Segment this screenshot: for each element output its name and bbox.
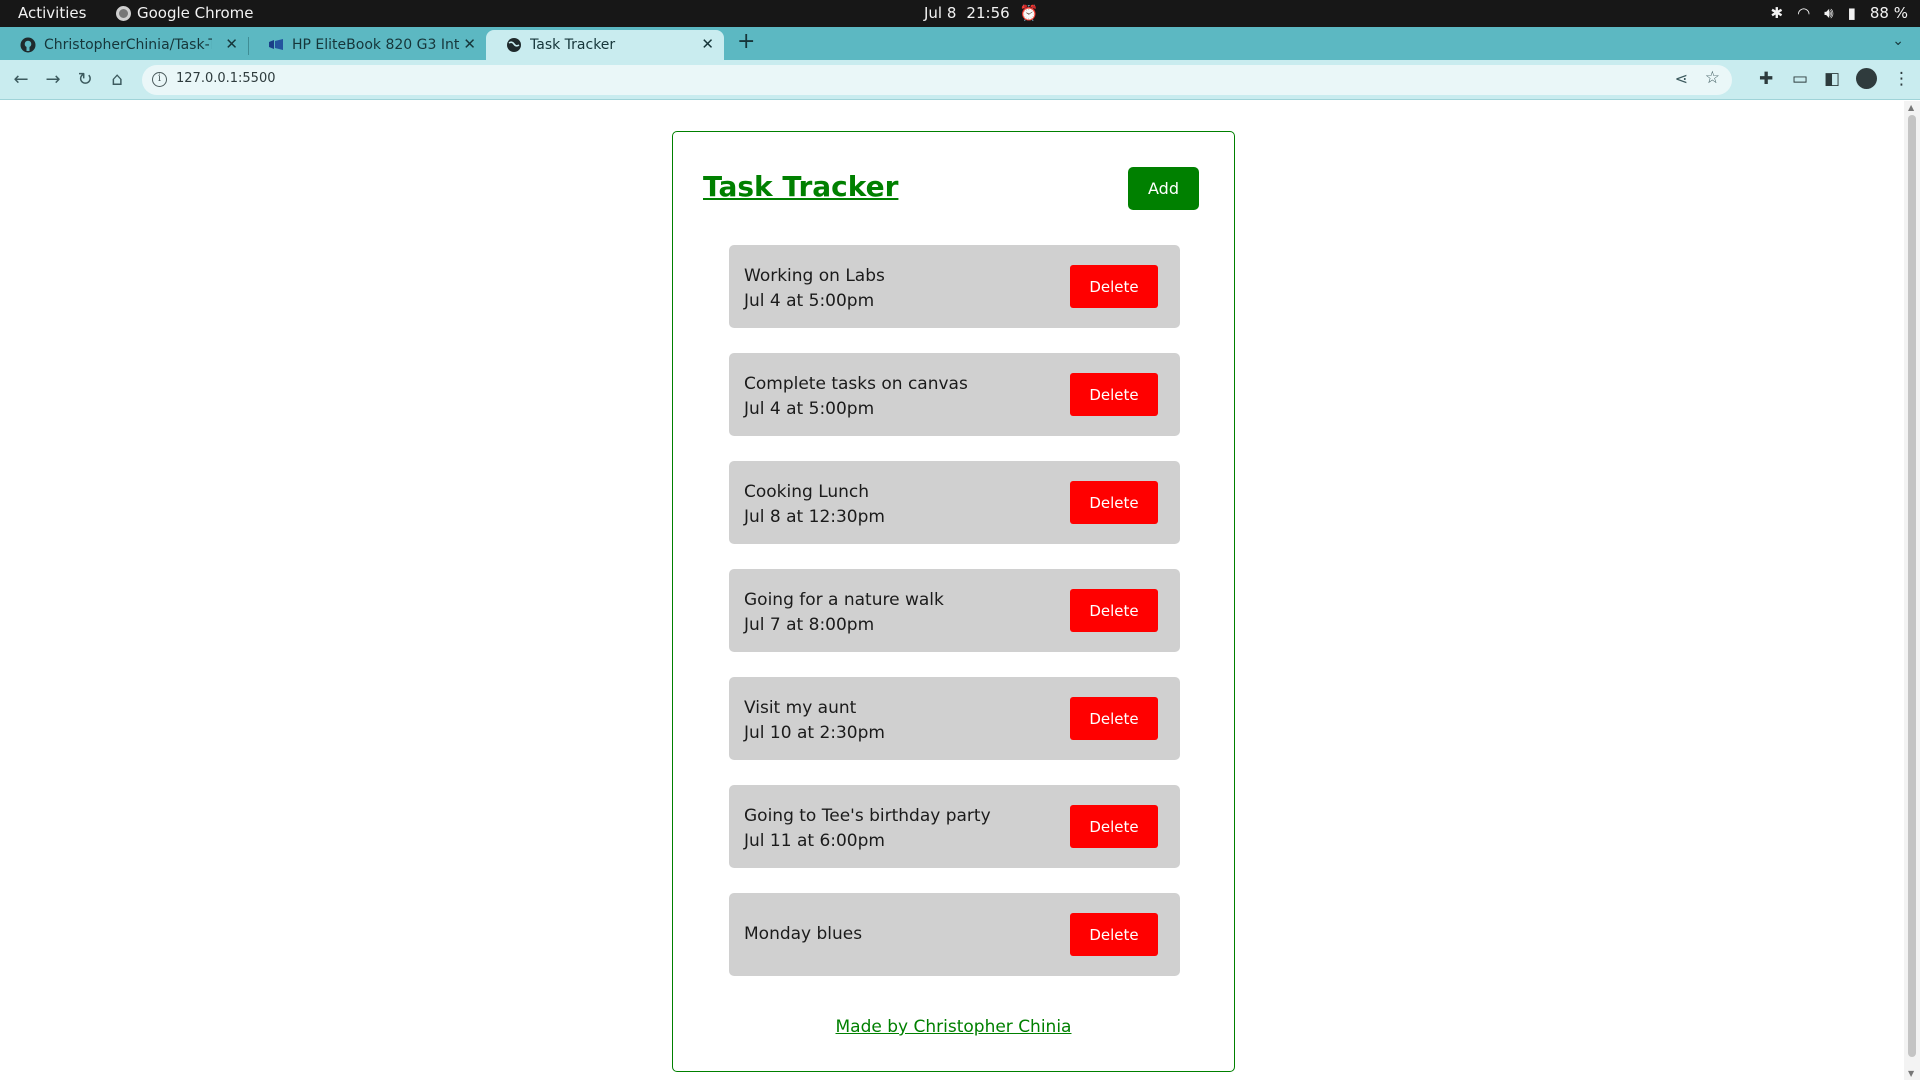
profile-avatar[interactable] (1856, 68, 1877, 89)
browser-toolbar: ← → ↻ ⌂ i 127.0.0.1:5500 ⋖ ☆ ✚ ▭ ◧ ⋮ (0, 60, 1920, 100)
scrollbar-thumb[interactable] (1908, 115, 1916, 1057)
delete-task-button[interactable]: Delete (1070, 913, 1158, 956)
system-top-bar: Activities Google Chrome Jul 8 21:56 ⏰ ✱… (0, 0, 1920, 27)
delete-task-button[interactable]: Delete (1070, 697, 1158, 740)
forward-arrow-icon[interactable]: → (42, 69, 64, 90)
task-texts: Monday blues (744, 922, 862, 947)
share-icon[interactable]: ⋖ (1675, 69, 1688, 88)
app-menu[interactable]: Google Chrome (116, 4, 254, 22)
task-day: Jul 7 at 8:00pm (744, 615, 875, 635)
cast-icon[interactable]: ▭ (1792, 69, 1808, 89)
add-task-button[interactable]: Add (1128, 167, 1199, 210)
app-name: Google Chrome (137, 4, 254, 22)
activities-button[interactable]: Activities (18, 4, 86, 22)
delete-task-button[interactable]: Delete (1070, 589, 1158, 632)
kebab-menu-icon[interactable]: ⋮ (1893, 69, 1910, 89)
task-text: Going for a nature walk (744, 590, 944, 610)
page-viewport: Task Tracker Add Working on Labs Jul 4 a… (0, 101, 1904, 1080)
store-icon (269, 39, 283, 50)
tab-strip: ChristopherChinia/Task-T ✕ HP EliteBook … (0, 27, 1920, 60)
reload-icon[interactable]: ↻ (74, 69, 96, 90)
tab-title: HP EliteBook 820 G3 Intel (292, 37, 460, 53)
task-text: Complete tasks on canvas (744, 374, 968, 394)
task-texts: Going to Tee's birthday party Jul 11 at … (744, 804, 991, 854)
task-text: Going to Tee's birthday party (744, 806, 991, 826)
task-text: Visit my aunt (744, 698, 857, 718)
delete-task-button[interactable]: Delete (1070, 481, 1158, 524)
bookmark-star-icon[interactable]: ☆ (1705, 68, 1720, 88)
task-tracker-container: Task Tracker Add Working on Labs Jul 4 a… (672, 131, 1235, 1072)
clock-date: Jul 8 (924, 4, 957, 22)
volume-icon: 🔊︎ (1824, 4, 1834, 22)
delete-task-button[interactable]: Delete (1070, 265, 1158, 308)
task-item[interactable]: Going for a nature walk Jul 7 at 8:00pm … (729, 569, 1180, 652)
tab-search-chevron-icon[interactable]: ⌄ (1892, 33, 1904, 49)
slack-icon[interactable]: ✱ (1771, 4, 1784, 22)
task-text: Working on Labs (744, 266, 885, 286)
system-tray[interactable]: ✱ ◠ 🔊︎ ▮ 88 % (1771, 4, 1909, 22)
task-texts: Cooking Lunch Jul 8 at 12:30pm (744, 480, 885, 530)
close-icon[interactable]: ✕ (463, 35, 476, 53)
task-item[interactable]: Working on Labs Jul 4 at 5:00pm Delete (729, 245, 1180, 328)
wifi-icon: ◠ (1797, 4, 1811, 22)
task-day: Jul 4 at 5:00pm (744, 291, 875, 311)
side-panel-icon[interactable]: ◧ (1824, 69, 1840, 89)
globe-icon (507, 38, 521, 52)
alarm-icon: ⏰ (1019, 4, 1039, 22)
page-title: Task Tracker (703, 170, 899, 203)
task-item[interactable]: Monday blues Delete (729, 893, 1180, 976)
task-day: Jul 4 at 5:00pm (744, 399, 875, 419)
task-text: Monday blues (744, 924, 863, 944)
task-day: Jul 10 at 2:30pm (744, 723, 885, 743)
tab-title: ChristopherChinia/Task-T (44, 37, 212, 53)
footer-credit-link[interactable]: Made by Christopher Chinia (673, 1017, 1234, 1037)
task-day: Jul 8 at 12:30pm (744, 507, 885, 527)
tab-github[interactable]: ChristopherChinia/Task-T ✕ (0, 30, 248, 60)
task-item[interactable]: Cooking Lunch Jul 8 at 12:30pm Delete (729, 461, 1180, 544)
close-icon[interactable]: ✕ (701, 35, 714, 53)
url-text[interactable]: 127.0.0.1:5500 (176, 71, 276, 86)
battery-percent: 88 % (1869, 4, 1908, 22)
tab-task-tracker[interactable]: Task Tracker ✕ (486, 30, 724, 60)
home-icon[interactable]: ⌂ (106, 69, 128, 90)
task-item[interactable]: Going to Tee's birthday party Jul 11 at … (729, 785, 1180, 868)
extensions-puzzle-icon[interactable]: ✚ (1759, 69, 1773, 89)
battery-icon: ▮ (1847, 4, 1856, 22)
scroll-down-arrow-icon[interactable]: ▼ (1908, 1069, 1914, 1078)
close-icon[interactable]: ✕ (225, 35, 238, 53)
tab-title: Task Tracker (530, 37, 616, 53)
site-info-icon[interactable]: i (152, 72, 167, 87)
task-texts: Going for a nature walk Jul 7 at 8:00pm (744, 588, 944, 638)
task-item[interactable]: Complete tasks on canvas Jul 4 at 5:00pm… (729, 353, 1180, 436)
task-texts: Visit my aunt Jul 10 at 2:30pm (744, 696, 885, 746)
page-scrollbar[interactable]: ▲ ▼ (1904, 101, 1920, 1080)
task-text: Cooking Lunch (744, 482, 870, 502)
address-bar[interactable]: i 127.0.0.1:5500 ⋖ ☆ (142, 65, 1732, 95)
github-icon (20, 37, 36, 53)
clock[interactable]: Jul 8 21:56 ⏰ (924, 4, 1038, 22)
scroll-up-arrow-icon[interactable]: ▲ (1908, 103, 1914, 112)
task-item[interactable]: Visit my aunt Jul 10 at 2:30pm Delete (729, 677, 1180, 760)
clock-time: 21:56 (966, 4, 1010, 22)
delete-task-button[interactable]: Delete (1070, 805, 1158, 848)
task-day: Jul 11 at 6:00pm (744, 831, 885, 851)
task-texts: Working on Labs Jul 4 at 5:00pm (744, 264, 885, 314)
task-texts: Complete tasks on canvas Jul 4 at 5:00pm (744, 372, 968, 422)
back-arrow-icon[interactable]: ← (10, 69, 32, 90)
delete-task-button[interactable]: Delete (1070, 373, 1158, 416)
chrome-icon (116, 5, 131, 21)
tab-hp-elitebook[interactable]: HP EliteBook 820 G3 Intel ✕ (248, 30, 486, 60)
new-tab-plus-icon[interactable]: + (737, 29, 755, 54)
